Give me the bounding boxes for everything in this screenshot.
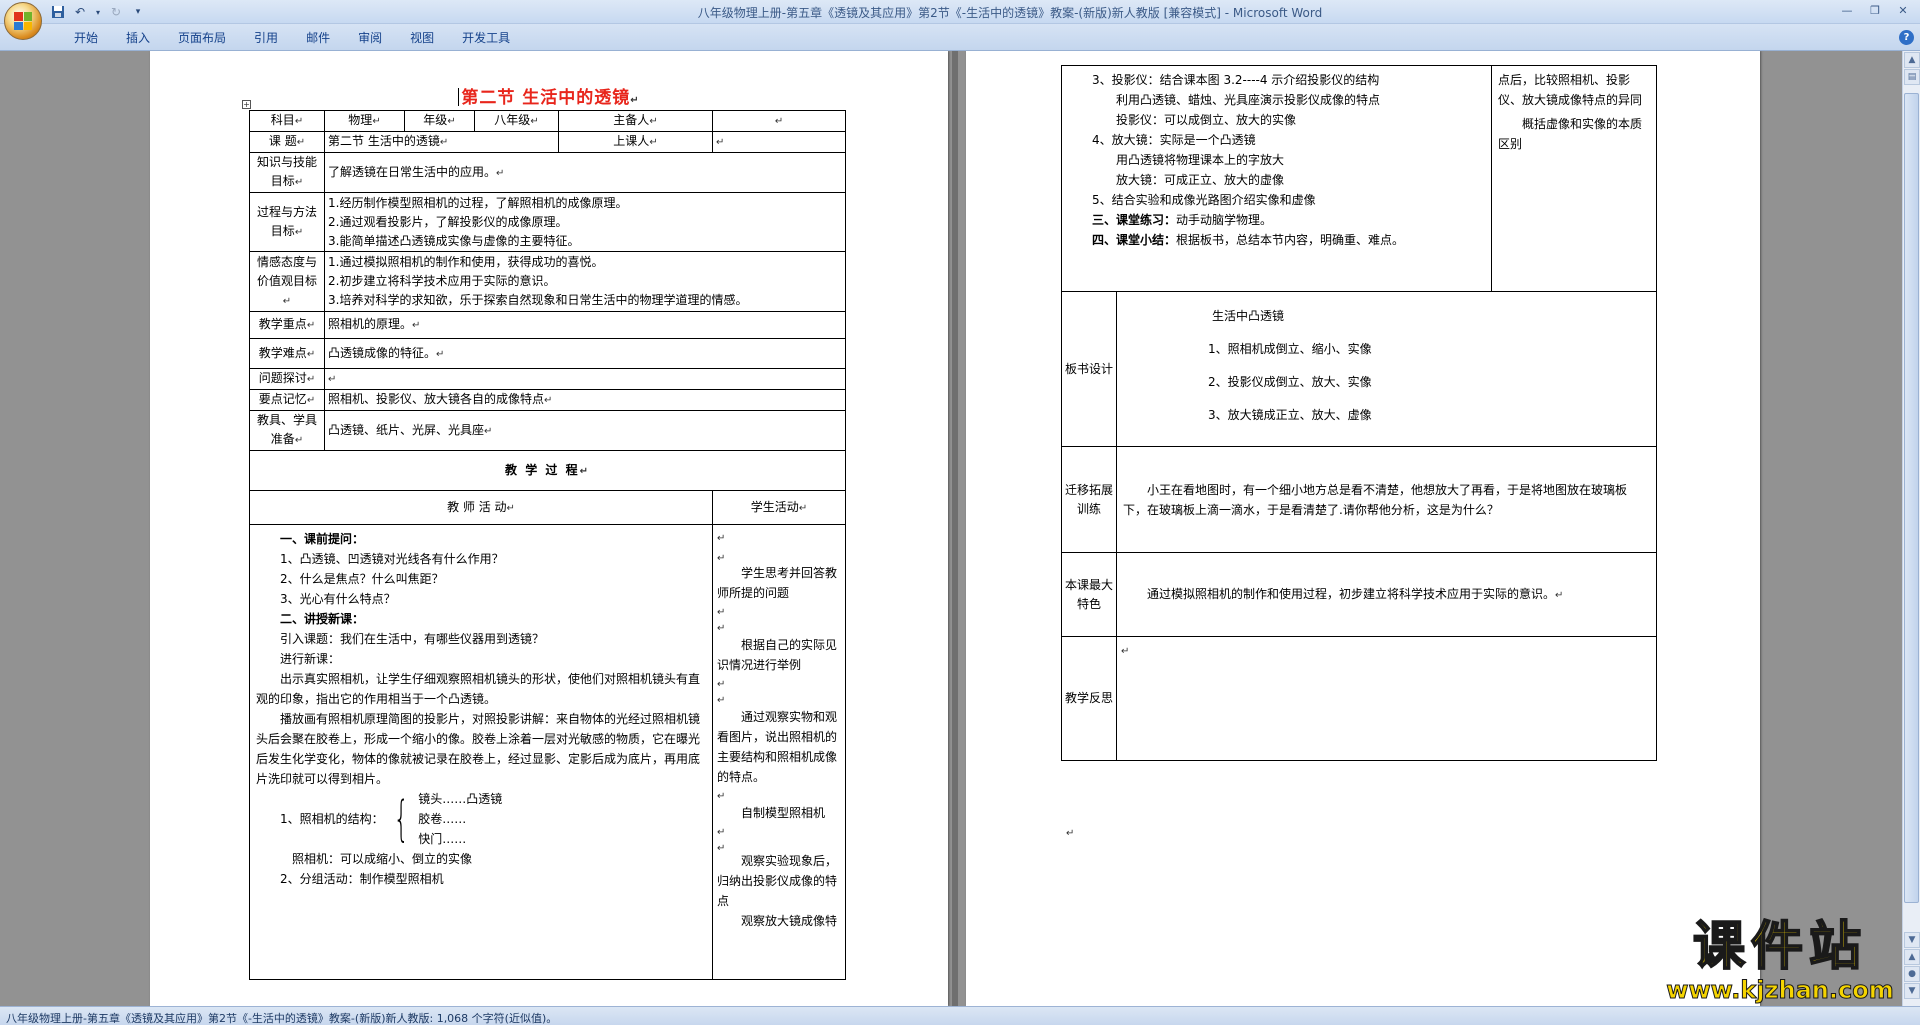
brace-icon: { <box>393 791 409 847</box>
office-logo-icon <box>14 12 32 30</box>
help-icon[interactable]: ? <box>1899 30 1914 45</box>
tab-mailings[interactable]: 邮件 <box>292 30 344 46</box>
tab-home[interactable]: 开始 <box>60 30 112 46</box>
subject-value: 物理↵ <box>324 110 405 132</box>
lesson-plan-table: 科目↵ 物理↵ 年级↵ 八年级↵ 主备人↵ ↵ 课 题↵ 第二节 生活中的透镜↵… <box>248 110 847 980</box>
teacher-column-header: 教 师 活 动↵ <box>249 490 713 525</box>
document-title: 第二节 生活中的透镜↵ <box>150 83 948 108</box>
knowledge-goal-label: 知识与技能目标↵ <box>249 152 325 193</box>
vertical-scrollbar[interactable]: ▲ ▤ ▼ ▲ ● ▼ <box>1902 51 1920 1006</box>
close-button[interactable]: ✕ <box>1890 1 1916 19</box>
lead-teacher-label: 主备人↵ <box>558 110 713 132</box>
paragraph-mark: ↵ <box>1066 828 1075 839</box>
key-point-label: 教学重点↵ <box>249 311 325 339</box>
student-activities-cell: ↵ ↵ 学生思考并回答教师所提的问题 ↵ ↵ 根据自己的实际见识情况进行举例 ↵… <box>711 524 847 980</box>
board-design-content: 生活中凸透镜 1、照相机成倒立、缩小、实像 2、投影仪成倒立、放大、实像 3、放… <box>1116 291 1657 447</box>
tab-developer[interactable]: 开发工具 <box>448 30 524 46</box>
key-point-text: 照相机的原理。↵ <box>323 311 847 339</box>
teacher-activities-continued: 3、投影仪：结合课本图 3.2----4 示介绍投影仪的结构 利用凸透镜、蜡烛、… <box>1061 65 1492 292</box>
reflection-label: 教学反思 <box>1061 636 1117 761</box>
transfer-training-text: 小王在看地图时，有一个细小地方总是看不清楚，他想放大了再看，于是将地图放在玻璃板… <box>1116 446 1657 553</box>
process-goal-text: 1.经历制作模型照相机的过程，了解照相机的成像原理。 2.通过观看投影片，了解投… <box>323 192 847 252</box>
camera-structure: 1、照相机的结构： { 镜头……凸透镜 胶卷…… 快门…… <box>280 791 503 847</box>
knowledge-goal-text: 了解透镜在日常生活中的应用。↵ <box>323 152 847 193</box>
teacher-activities-cell: 一、课前提问： 1、凸透镜、凹透镜对光线各有什么作用？ 2、什么是焦点？什么叫焦… <box>249 524 713 980</box>
inquiry-text: ↵ <box>323 368 847 390</box>
text-cursor <box>458 88 460 106</box>
minimize-button[interactable]: — <box>1834 1 1860 19</box>
previous-page-icon[interactable]: ▲ <box>1904 949 1920 965</box>
scroll-up-icon[interactable]: ▲ <box>1904 52 1920 68</box>
emotion-goal-text: 1.通过模拟照相机的制作和使用，获得成功的喜悦。 2.初步建立将科学技术应用于实… <box>323 251 847 312</box>
memo-label: 要点记忆↵ <box>249 389 325 411</box>
page-1[interactable]: 第二节 生活中的透镜↵ + 科目↵ 物理↵ 年级↵ 八年级↵ 主备人↵ ↵ 课 … <box>150 51 948 1006</box>
process-header: 教 学 过 程↵ <box>248 450 847 491</box>
restore-button[interactable]: ❐ <box>1862 1 1888 19</box>
select-browse-object-icon[interactable]: ● <box>1904 966 1920 982</box>
watermark-logo: 课件站 www.kjzhan.com <box>1660 917 1900 1006</box>
tab-review[interactable]: 审阅 <box>344 30 396 46</box>
title-bar: ↶ ▾ ↻ ▾ 八年级物理上册-第五章《透镜及其应用》第2节《-生活中的透镜》教… <box>0 0 1920 40</box>
table-move-handle-icon[interactable]: + <box>242 100 251 109</box>
teacher-label: 上课人↵ <box>558 131 713 153</box>
transfer-training-label: 迁移拓展训练 <box>1061 446 1117 553</box>
status-text: 八年级物理上册-第五章《透镜及其应用》第2节《-生活中的透镜》教案-(新版)新人… <box>6 1012 558 1025</box>
page-2[interactable]: 3、投影仪：结合课本图 3.2----4 示介绍投影仪的结构 利用凸透镜、蜡烛、… <box>966 51 1760 1006</box>
tab-insert[interactable]: 插入 <box>112 30 164 46</box>
student-column-header: 学生活动↵ <box>711 490 847 525</box>
board-design-label: 板书设计 <box>1061 291 1117 447</box>
status-bar: 八年级物理上册-第五章《透镜及其应用》第2节《-生活中的透镜》教案-(新版)新人… <box>0 1006 1920 1025</box>
teacher-value: ↵ <box>711 131 847 153</box>
window-title: 八年级物理上册-第五章《透镜及其应用》第2节《-生活中的透镜》教案-(新版)新人… <box>697 6 1323 20</box>
grade-label: 年级↵ <box>404 110 475 132</box>
feature-text: 通过模拟照相机的制作和使用过程，初步建立将科学技术应用于实际的意识。↵ <box>1116 552 1657 637</box>
tab-view[interactable]: 视图 <box>396 30 448 46</box>
scrollbar-thumb[interactable] <box>1904 93 1919 903</box>
inquiry-label: 问题探讨↵ <box>249 368 325 390</box>
student-activities-continued: 点后，比较照相机、投影仪、放大镜成像特点的异同 概括虚像和实像的本质区别 <box>1491 65 1657 292</box>
feature-label: 本课最大特色 <box>1061 552 1117 637</box>
watermark-brand: 课件站 <box>1692 917 1867 977</box>
tools-label: 教具、学具准备↵ <box>249 410 325 451</box>
grade-value: 八年级↵ <box>474 110 559 132</box>
difficulty-label: 教学难点↵ <box>249 338 325 369</box>
watermark-url: www.kjzhan.com <box>1666 976 1894 1005</box>
ruler-toggle-icon[interactable]: ▤ <box>1904 69 1920 85</box>
topic-value: 第二节 生活中的透镜↵ <box>324 131 559 153</box>
next-page-icon[interactable]: ▼ <box>1904 983 1920 999</box>
difficulty-text: 凸透镜成像的特征。↵ <box>323 338 847 369</box>
office-button[interactable] <box>4 2 42 40</box>
scroll-down-icon[interactable]: ▼ <box>1904 932 1920 948</box>
ribbon-tab-bar: 开始 插入 页面布局 引用 邮件 审阅 视图 开发工具 ? <box>0 24 1920 51</box>
window-controls: — ❐ ✕ <box>1834 1 1916 19</box>
memo-text: 照相机、投影仪、放大镜各自的成像特点↵ <box>323 389 847 411</box>
process-goal-label: 过程与方法目标↵ <box>249 192 325 252</box>
emotion-goal-label: 情感态度与价值观目标↵ <box>249 251 325 312</box>
topic-label: 课 题↵ <box>249 131 325 153</box>
lead-teacher-value: ↵ <box>711 110 847 132</box>
subject-label: 科目↵ <box>249 110 325 132</box>
document-workspace: 第二节 生活中的透镜↵ + 科目↵ 物理↵ 年级↵ 八年级↵ 主备人↵ ↵ 课 … <box>0 51 1902 1006</box>
tab-references[interactable]: 引用 <box>240 30 292 46</box>
lesson-plan-table-continued: 3、投影仪：结合课本图 3.2----4 示介绍投影仪的结构 利用凸透镜、蜡烛、… <box>1061 65 1657 761</box>
reflection-text: ↵ <box>1116 636 1657 761</box>
tab-page-layout[interactable]: 页面布局 <box>164 30 240 46</box>
page-divider <box>952 51 958 1006</box>
tools-text: 凸透镜、纸片、光屏、光具座↵ <box>323 410 847 451</box>
